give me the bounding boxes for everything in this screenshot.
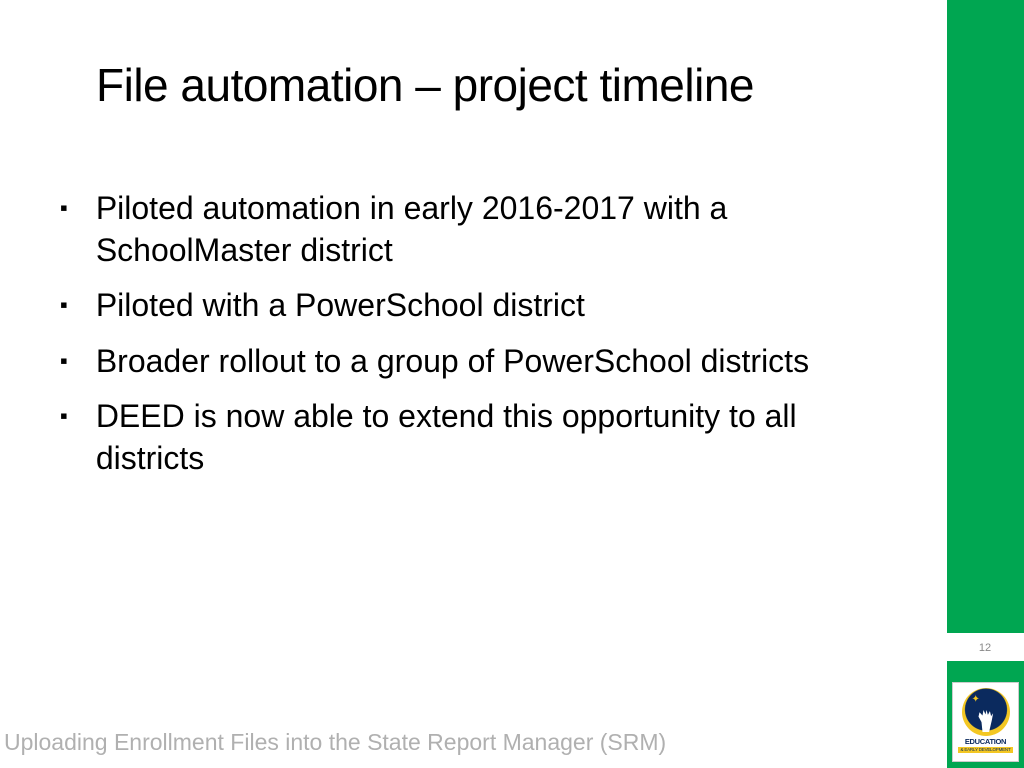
bullet-text: Broader rollout to a group of PowerSchoo… [96, 341, 809, 383]
bullet-text: Piloted with a PowerSchool district [96, 285, 585, 327]
slide: File automation – project timeline ▪ Pil… [0, 0, 1024, 768]
bullet-item: ▪ Piloted automation in early 2016-2017 … [60, 188, 900, 271]
bullet-marker-icon: ▪ [60, 403, 68, 429]
bullet-marker-icon: ▪ [60, 292, 68, 318]
bullet-marker-icon: ▪ [60, 348, 68, 374]
slide-title: File automation – project timeline [96, 58, 754, 112]
logo-main-text: EDUCATION [965, 738, 1006, 746]
page-number: 12 [974, 642, 996, 654]
logo-seal-icon [962, 688, 1010, 736]
bullet-item: ▪ DEED is now able to extend this opport… [60, 396, 900, 479]
bullet-text: DEED is now able to extend this opportun… [96, 396, 900, 479]
logo-hand-icon [976, 710, 996, 732]
bullet-item: ▪ Broader rollout to a group of PowerSch… [60, 341, 900, 383]
footer-text: Uploading Enrollment Files into the Stat… [4, 729, 666, 756]
bullet-item: ▪ Piloted with a PowerSchool district [60, 285, 900, 327]
logo: EDUCATION & EARLY DEVELOPMENT [952, 682, 1019, 762]
logo-sub-text: & EARLY DEVELOPMENT [958, 747, 1012, 754]
bullet-list: ▪ Piloted automation in early 2016-2017 … [60, 188, 900, 494]
bullet-text: Piloted automation in early 2016-2017 wi… [96, 188, 900, 271]
bullet-marker-icon: ▪ [60, 195, 68, 221]
